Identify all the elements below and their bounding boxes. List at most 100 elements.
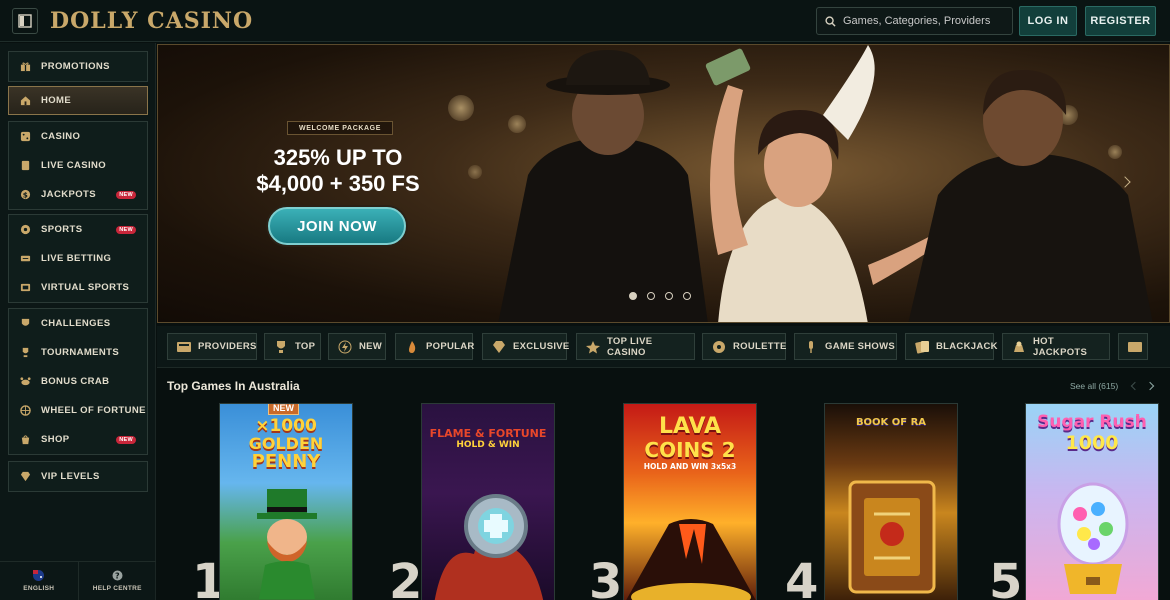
register-button[interactable]: REGISTER [1085,6,1156,36]
category-game-shows[interactable]: GAME SHOWS [794,333,897,360]
carousel-dots [629,292,691,300]
sidebar-footer: ENGLISH ? HELP CENTRE [0,561,156,600]
chevron-right-icon[interactable] [1145,381,1155,391]
sidebar-item-label: HOME [41,95,72,106]
leprechaun-art [257,489,317,599]
category-providers[interactable]: PROVIDERS [167,333,257,360]
sidebar-item-casino[interactable]: CASINO [9,122,147,151]
game-title: LAVA [658,414,722,439]
carousel-dot[interactable] [647,292,655,300]
trophy-icon [273,340,289,354]
section-title: Top Games In Australia [167,379,300,393]
game-card-sugar-rush[interactable]: Sugar Rush 1000 [1025,403,1159,600]
crab-icon [20,376,31,387]
shop-icon [20,434,31,445]
category-label: PROVIDERS [198,341,257,352]
category-new[interactable]: NEW [328,333,386,360]
sidebar-item-label: LIVE BETTING [41,253,112,264]
game-title: ×1000 [255,416,317,436]
hero-offer: $4,000 + 350 FS [256,171,420,196]
sidebar-group-casino: CASINO LIVE CASINO $ JACKPOTS NEW [8,121,148,210]
chevron-left-icon[interactable] [1130,381,1140,391]
language-selector[interactable]: ENGLISH [0,562,79,600]
svg-text:$: $ [23,190,28,199]
rank-number: 3 [589,554,623,600]
carousel-dot[interactable] [629,292,637,300]
category-top-live-casino[interactable]: TOP LIVE CASINO [576,333,695,360]
sidebar-item-tournaments[interactable]: TOURNAMENTS [9,338,147,367]
trophy-icon [20,347,31,358]
golden-book-art [848,480,936,594]
game-title: FLAME & FORTUNE [429,427,547,440]
fire-icon [404,340,420,354]
welcome-package-badge: WELCOME PACKAGE [287,121,393,135]
sidebar-group-vip: VIP LEVELS [8,461,148,492]
carousel-dot[interactable] [665,292,673,300]
join-now-button[interactable]: JOIN NOW [268,207,406,245]
sidebar-item-label: SPORTS [41,224,83,235]
star-icon [585,340,601,354]
sidebar-item-wheel-of-fortune[interactable]: WHEEL OF FORTUNE [9,396,147,425]
top-games-section: Top Games In Australia See all (615) 1 N… [157,369,1170,600]
sidebar-item-live-casino[interactable]: LIVE CASINO [9,151,147,180]
providers-icon [176,340,192,354]
game-card-lava-coins[interactable]: LAVA COINS 2 HOLD AND WIN 3x5x3 [623,403,757,600]
category-exclusive[interactable]: EXCLUSIVE [482,333,569,360]
sidebar-group-promotions: PROMOTIONS [8,51,148,82]
category-top[interactable]: TOP [264,333,321,360]
brand-logo[interactable]: DOLLY CASINO [50,8,253,34]
game-card-flame-fortune[interactable]: FLAME & FORTUNE HOLD & WIN [421,403,555,600]
login-button[interactable]: LOG IN [1019,6,1077,36]
sidebar-item-label: CASINO [41,131,81,142]
sidebar-item-live-betting[interactable]: LIVE BETTING [9,244,147,273]
category-more[interactable] [1118,333,1148,360]
sidebar-item-bonus-crab[interactable]: BONUS CRAB [9,367,147,396]
new-badge: NEW [116,191,136,199]
game-card-golden-penny[interactable]: NEW ×1000 GOLDEN PENNY [219,403,353,600]
sidebar-item-jackpots[interactable]: $ JACKPOTS NEW [9,180,147,209]
sidebar-item-promotions[interactable]: PROMOTIONS [9,52,147,81]
hero-banner[interactable]: WELCOME PACKAGE 325% UP TO $4,000 + 350 … [157,44,1170,323]
game-title: HOLD & WIN [456,440,520,450]
gift-icon [20,61,31,72]
providers-icon [1127,340,1143,354]
sidebar: PROMOTIONS HOME CASINO LIVE CASINO $ JAC… [0,43,156,600]
flag-icon [33,570,45,581]
help-icon: ? [112,570,123,581]
category-label: TOP [295,341,316,352]
jackpot-icon: $ [20,189,31,200]
category-label: ROULETTE [733,341,787,352]
game-title: COINS 2 [644,438,736,462]
sidebar-item-sports[interactable]: SPORTS NEW [9,215,147,244]
sidebar-item-label: CHALLENGES [41,318,111,329]
help-label: HELP CENTRE [92,585,142,592]
new-badge: NEW [268,404,299,415]
category-label: BLACKJACK [936,341,998,352]
game-title: GOLDEN [248,434,324,453]
sidebar-item-label: JACKPOTS [41,189,96,200]
search-box[interactable] [816,7,1013,35]
category-label: GAME SHOWS [825,341,896,352]
game-card-book-of-ra[interactable]: BOOK OF RA [824,403,958,600]
challenge-icon [20,318,31,329]
search-icon [825,15,836,27]
sidebar-item-label: TOURNAMENTS [41,347,120,358]
sidebar-item-shop[interactable]: SHOP NEW [9,425,147,454]
help-centre-link[interactable]: ? HELP CENTRE [79,562,157,600]
search-input[interactable] [843,15,1008,27]
roulette-icon [711,340,727,354]
category-blackjack[interactable]: BLACKJACK [905,333,998,360]
sidebar-item-vip-levels[interactable]: VIP LEVELS [9,462,147,491]
sidebar-toggle-button[interactable] [12,7,38,34]
diamond-icon [20,471,31,482]
sidebar-item-label: VIRTUAL SPORTS [41,282,130,293]
carousel-dot[interactable] [683,292,691,300]
see-all-link[interactable]: See all (615) [1070,381,1118,391]
category-label: HOT JACKPOTS [1033,335,1088,358]
category-roulette[interactable]: ROULETTE [702,333,786,360]
sidebar-item-home[interactable]: HOME [8,86,148,115]
sidebar-item-challenges[interactable]: CHALLENGES [9,309,147,338]
category-hot-jackpots[interactable]: HOT JACKPOTS [1002,333,1110,360]
sidebar-item-virtual-sports[interactable]: VIRTUAL SPORTS [9,273,147,302]
category-popular[interactable]: POPULAR [395,333,474,360]
